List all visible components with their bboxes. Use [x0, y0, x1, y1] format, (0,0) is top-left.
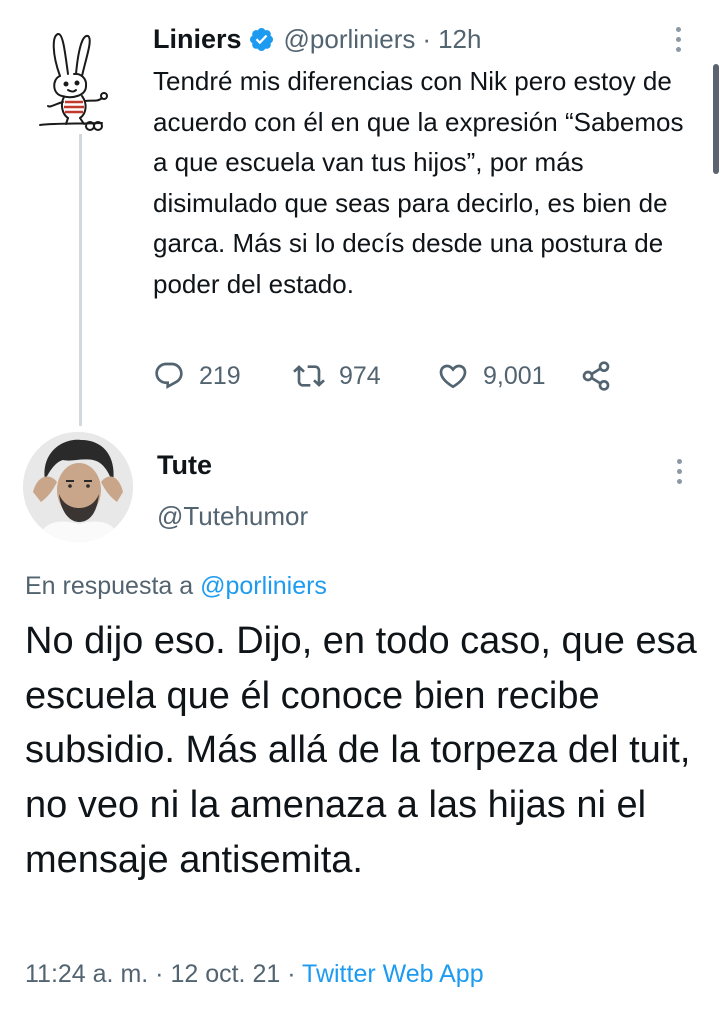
reply-prefix: En respuesta a [25, 572, 194, 600]
tweet-date[interactable]: 12 oct. 21 [170, 960, 280, 988]
like-count: 9,001 [483, 361, 546, 390]
tute-avatar[interactable] [23, 432, 133, 542]
parent-tweet-time[interactable]: 12h [438, 24, 481, 55]
verified-badge-icon [248, 26, 275, 53]
like-button[interactable]: 9,001 [437, 360, 546, 392]
main-tweet-text: No dijo eso. Dijo, en todo caso, que esa… [25, 620, 697, 881]
meta-separator: · [287, 960, 296, 988]
parent-tweet-header: Liniers @porliniers · 12h [153, 22, 481, 56]
share-button[interactable] [580, 360, 612, 392]
share-icon [582, 361, 610, 391]
header-separator: · [422, 23, 432, 54]
like-icon [439, 364, 467, 389]
reply-button[interactable]: 219 [153, 360, 241, 392]
reply-context: En respuesta a @porliniers [25, 572, 327, 601]
parent-author-name[interactable]: Liniers [153, 24, 242, 55]
main-author-name[interactable]: Tute [157, 450, 212, 481]
tweet-metadata: 11:24 a. m. · 12 oct. 21 · Twitter Web A… [25, 960, 484, 989]
parent-author-handle[interactable]: @porliniers [284, 24, 416, 55]
reply-icon [155, 362, 183, 389]
tweet-source-link[interactable]: Twitter Web App [302, 960, 484, 988]
main-author-handle[interactable]: @Tutehumor [157, 501, 308, 532]
more-options-icon[interactable] [677, 459, 683, 484]
thread-connector-line [79, 134, 82, 426]
profile-photo-icon [23, 432, 133, 542]
meta-separator: · [155, 960, 164, 988]
liniers-avatar[interactable] [30, 24, 130, 134]
reply-count: 219 [199, 361, 241, 390]
more-options-icon[interactable] [676, 27, 682, 52]
scrollbar[interactable] [713, 64, 719, 174]
retweet-count: 974 [339, 361, 381, 390]
tweet-time[interactable]: 11:24 a. m. [25, 960, 148, 988]
reply-to-handle-link[interactable]: @porliniers [200, 572, 327, 600]
retweet-button[interactable]: 974 [293, 360, 381, 392]
retweet-icon [293, 365, 325, 387]
rabbit-drawing-icon [39, 33, 108, 131]
parent-tweet-text: Tendré mis diferencias con Nik pero esto… [153, 66, 684, 299]
